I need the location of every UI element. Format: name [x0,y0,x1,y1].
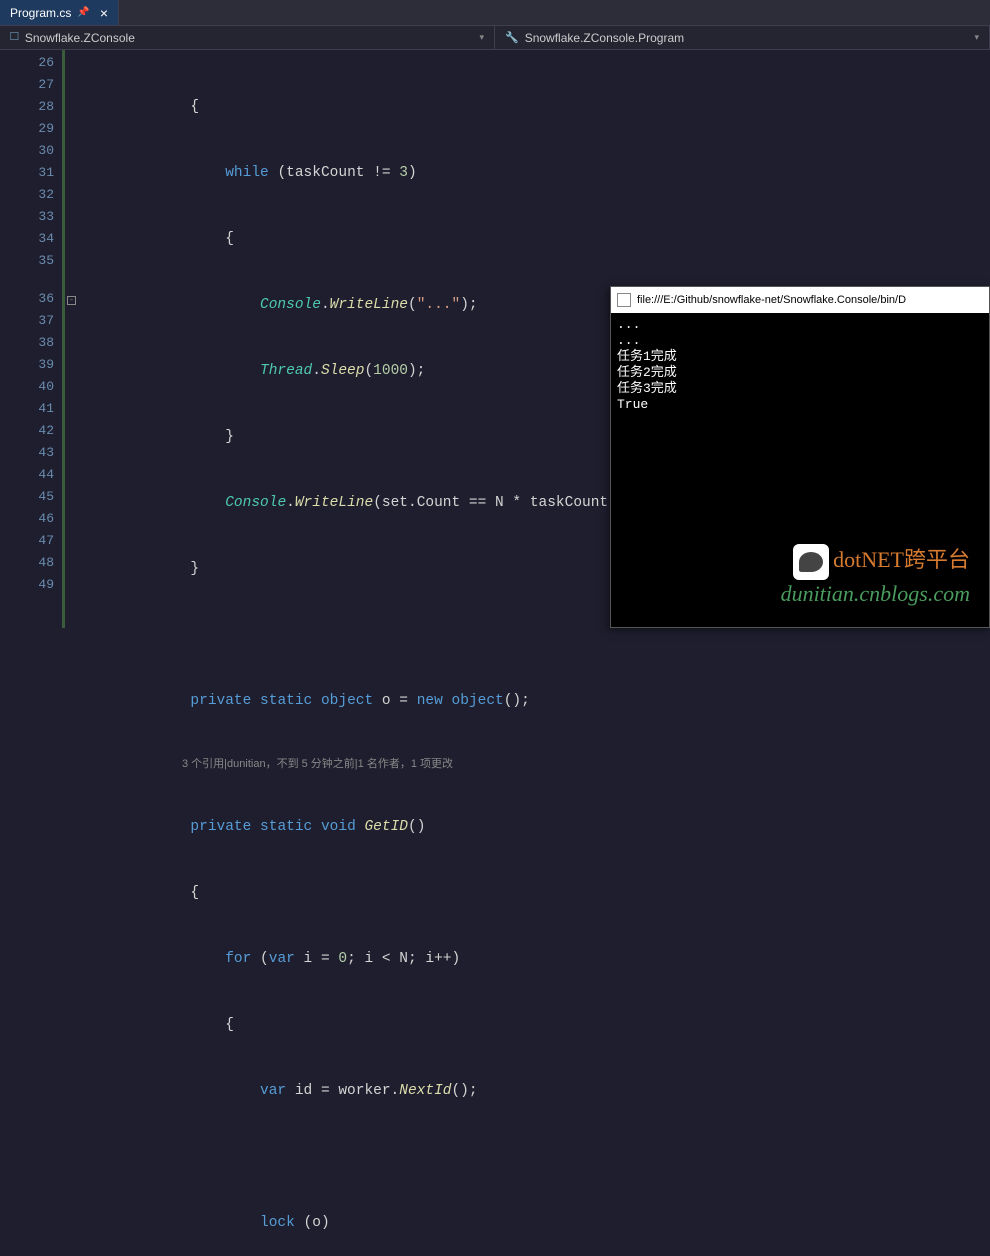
line-number: 35 [0,250,62,272]
line-number: 29 [0,118,62,140]
line-number: 46 [0,508,62,530]
code-text: { [86,99,199,115]
line-number: 43 [0,442,62,464]
line-number: 28 [0,96,62,118]
line-number: 32 [0,184,62,206]
codelens-text[interactable]: 3 个引用|dunitian，不到 5 分钟之前|1 名作者，1 项更改 [86,758,453,770]
line-number: 41 [0,398,62,420]
tab-bar: Program.cs 📌 × [0,0,990,26]
chevron-down-icon[interactable]: ▾ [974,32,979,43]
breadcrumb-class[interactable]: 🔧 Snowflake.ZConsole.Program ▾ [495,26,990,49]
breadcrumb-bar: 🞎 Snowflake.ZConsole ▾ 🔧 Snowflake.ZCons… [0,26,990,50]
fold-margin: - [62,50,78,628]
console-titlebar[interactable]: file:///E:/Github/snowflake-net/Snowflak… [611,287,989,313]
tab-filename: Program.cs [10,6,71,20]
chevron-down-icon[interactable]: ▾ [479,32,484,43]
line-number-gutter: 26 27 28 29 30 31 32 33 34 35 36 37 38 3… [0,50,62,628]
breadcrumb-namespace[interactable]: 🞎 Snowflake.ZConsole ▾ [0,26,495,49]
line-number: 37 [0,310,62,332]
class-icon: 🔧 [505,31,519,44]
line-number: 45 [0,486,62,508]
namespace-icon: 🞎 [10,31,19,44]
line-number: 39 [0,354,62,376]
file-tab[interactable]: Program.cs 📌 × [0,0,119,25]
line-number: 31 [0,162,62,184]
line-number: 26 [0,52,62,74]
console-title-text: file:///E:/Github/snowflake-net/Snowflak… [637,294,906,306]
line-number: 44 [0,464,62,486]
line-number: 47 [0,530,62,552]
line-number: 30 [0,140,62,162]
close-icon[interactable]: × [100,5,108,21]
fold-minus-icon[interactable]: - [67,296,76,305]
line-number: 48 [0,552,62,574]
line-number: 49 [0,574,62,596]
console-window: file:///E:/Github/snowflake-net/Snowflak… [610,286,990,628]
line-number: 40 [0,376,62,398]
breadcrumb-right-label: Snowflake.ZConsole.Program [525,31,684,45]
breadcrumb-left-label: Snowflake.ZConsole [25,31,135,45]
console-output[interactable]: ... ... 任务1完成 任务2完成 任务3完成 True [611,313,989,417]
line-number [0,272,62,288]
line-number: 38 [0,332,62,354]
pin-icon[interactable]: 📌 [77,7,89,18]
line-number: 42 [0,420,62,442]
line-number: 34 [0,228,62,250]
line-number: 27 [0,74,62,96]
line-number: 33 [0,206,62,228]
line-number: 36 [0,288,62,310]
app-icon [617,293,631,307]
